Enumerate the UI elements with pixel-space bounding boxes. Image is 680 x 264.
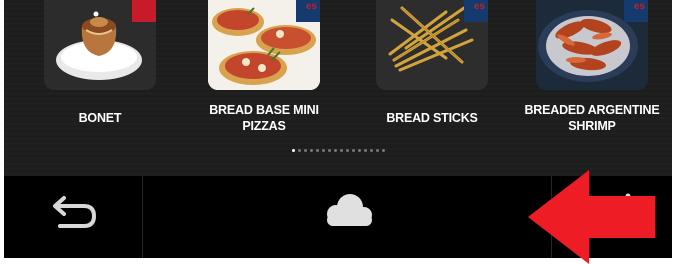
app-screen: BONET es BREAD BASE MINI PIZZAS es BREAD…	[4, 0, 672, 258]
mini-pizzas-image: es	[208, 0, 320, 90]
product-name: BREAD STICKS	[386, 111, 478, 125]
cloud-button[interactable]	[143, 176, 551, 258]
pagination-dot[interactable]	[357, 149, 361, 152]
promo-corner-badge: es	[624, 0, 648, 22]
back-button[interactable]	[4, 176, 142, 258]
pagination-dot[interactable]	[351, 149, 355, 152]
promo-corner-badge: es	[296, 0, 320, 22]
menu-button[interactable]	[552, 176, 672, 258]
product-name: BREADED ARGENTINE SHRIMP	[524, 103, 660, 133]
pagination-dot[interactable]	[333, 149, 337, 152]
breaded-shrimp-image: es	[536, 0, 648, 90]
promo-corner-badge: es	[464, 0, 488, 22]
pagination-dot[interactable]	[315, 149, 319, 152]
product-name: BREAD BASE MINI PIZZAS	[209, 103, 319, 133]
menu-icon	[625, 193, 631, 219]
pagination-dot[interactable]	[345, 149, 349, 152]
pagination-dot[interactable]	[291, 149, 295, 152]
pagination-dot[interactable]	[303, 149, 307, 152]
pagination-dot[interactable]	[369, 149, 373, 152]
pagination-dot[interactable]	[339, 149, 343, 152]
pagination-dot[interactable]	[375, 149, 379, 152]
navigation-bar	[4, 176, 672, 258]
bread-sticks-image: es	[376, 0, 488, 90]
promo-corner-badge	[132, 0, 156, 22]
pagination-dots	[4, 149, 672, 155]
back-arrow-icon	[53, 196, 97, 228]
pagination-dot[interactable]	[309, 149, 313, 152]
cloud-icon	[327, 194, 372, 226]
pagination-dot[interactable]	[363, 149, 367, 152]
product-name: BONET	[78, 111, 122, 125]
pagination-dot[interactable]	[327, 149, 331, 152]
product-card-breaded-shrimp[interactable]: es BREADED ARGENTINE SHRIMP	[524, 0, 660, 148]
product-grid: BONET es BREAD BASE MINI PIZZAS es BREAD…	[4, 0, 672, 176]
pagination-dot[interactable]	[297, 149, 301, 152]
pagination-dot[interactable]	[321, 149, 325, 152]
product-card-bonet[interactable]: BONET	[44, 0, 156, 148]
pagination-dot[interactable]	[381, 149, 385, 152]
bonet-dessert-image	[44, 0, 156, 90]
product-card-bread-sticks[interactable]: es BREAD STICKS	[376, 0, 488, 148]
product-card-mini-pizzas[interactable]: es BREAD BASE MINI PIZZAS	[208, 0, 320, 148]
